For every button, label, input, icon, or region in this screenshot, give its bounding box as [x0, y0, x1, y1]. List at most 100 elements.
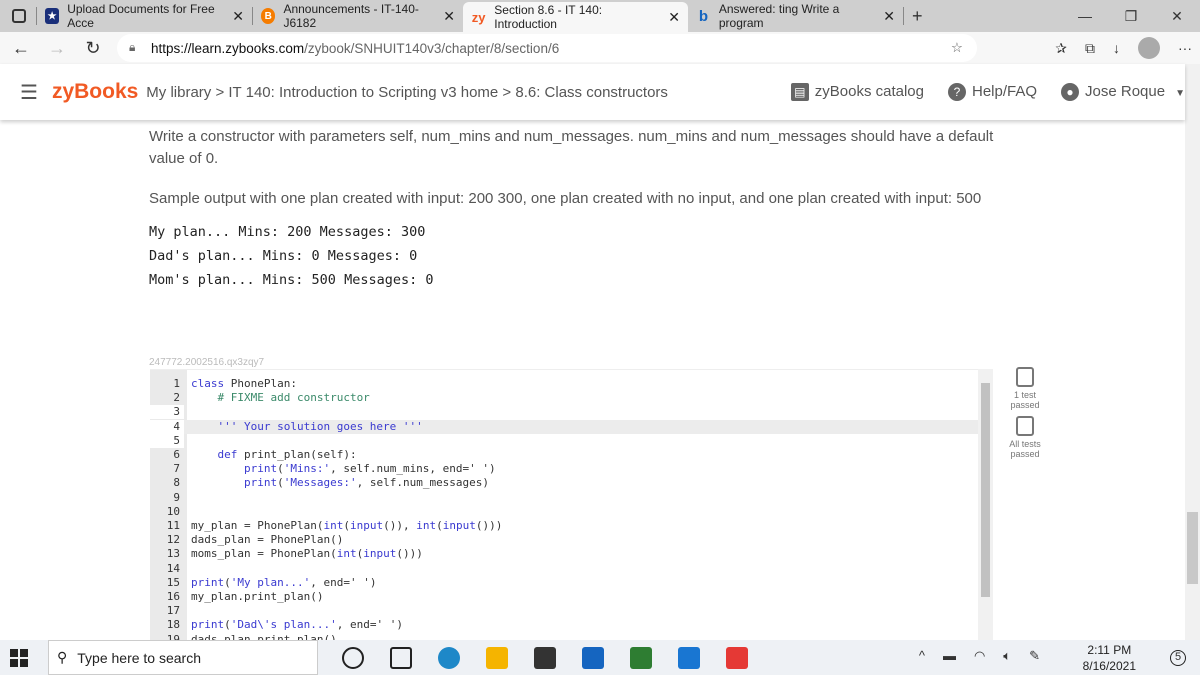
close-tab-icon[interactable]: ✕ — [232, 8, 244, 25]
outlook-icon[interactable] — [678, 646, 700, 669]
sample-intro: Sample output with one plan created with… — [149, 190, 982, 207]
profile-avatar[interactable] — [1138, 37, 1160, 59]
shield-star-icon: ★ — [45, 8, 60, 24]
restore-icon[interactable]: ❐ — [1108, 0, 1154, 32]
mail-icon[interactable] — [582, 646, 604, 669]
task-view-icon[interactable] — [390, 646, 412, 669]
code-line[interactable]: 16 my_plan.print_plan() — [150, 590, 990, 604]
battery-icon[interactable]: ▬ — [943, 648, 956, 664]
close-tab-icon[interactable]: ✕ — [668, 9, 680, 26]
close-tab-icon[interactable]: ✕ — [883, 8, 895, 25]
store-icon[interactable] — [534, 646, 556, 669]
minimize-icon[interactable]: — — [1062, 0, 1108, 32]
windows-start-icon[interactable] — [10, 649, 28, 667]
menu-icon[interactable]: ☰ — [20, 80, 38, 105]
code-text: my_plan = PhonePlan(int(input()), int(in… — [191, 519, 503, 532]
favorites-icon[interactable]: ✰ — [1055, 40, 1067, 57]
tab-section-8-6[interactable]: zy Section 8.6 - IT 140: Introduction ✕ — [463, 2, 688, 32]
line-number: 8 — [150, 476, 184, 491]
brightspace-icon: B — [261, 8, 276, 24]
collections-icon[interactable]: ⧉ — [1085, 40, 1095, 57]
pen-icon[interactable]: ✎ — [1029, 648, 1040, 664]
code-line[interactable]: 1 class PhonePlan: — [150, 377, 990, 391]
line-number: 12 — [150, 533, 184, 548]
cortana-icon[interactable] — [342, 646, 364, 669]
edge-icon[interactable] — [438, 646, 460, 669]
tab-answered[interactable]: b Answered: ting Write a program ✕ — [688, 0, 903, 32]
code-editor[interactable]: 1 class PhonePlan: 2 # FIXME add construct… — [150, 369, 990, 640]
code-line[interactable]: 18 print('Dad\'s plan...', end=' ') — [150, 618, 990, 633]
app-l-icon[interactable] — [630, 646, 652, 669]
notifications-badge[interactable]: 5 — [1170, 650, 1186, 666]
editor-scrollbar[interactable] — [978, 369, 993, 640]
test-checkbox — [1016, 416, 1034, 436]
line-number: 1 — [150, 377, 184, 391]
code-line[interactable]: 7 print('Mins:', self.num_mins, end=' ') — [150, 462, 990, 477]
bartleby-icon: b — [698, 7, 708, 25]
catalog-link[interactable]: ▤ zyBooks catalog — [790, 83, 924, 102]
code-line[interactable]: 3 — [150, 405, 990, 420]
volume-icon[interactable]: 🔈︎ — [1003, 648, 1011, 664]
code-text: ''' Your solution goes here ''' — [191, 419, 423, 433]
forward-icon[interactable]: → — [42, 38, 72, 59]
code-line[interactable]: 4 ''' Your solution goes here ''' — [150, 419, 990, 434]
code-line[interactable]: 13 moms_plan = PhonePlan(int(input())) — [150, 547, 990, 562]
code-line[interactable]: 9 — [150, 490, 990, 505]
code-text: print('Mins:', self.num_mins, end=' ') — [243, 462, 496, 476]
line-number: 2 — [150, 391, 184, 406]
tab-actions-icon[interactable] — [12, 9, 26, 23]
new-tab-button[interactable]: + — [912, 6, 923, 27]
code-line[interactable]: 15 print('My plan...', end=' ') — [150, 575, 990, 590]
code-text: moms_plan = PhonePlan(int(input())) — [191, 547, 423, 561]
taskbar-search[interactable]: ⚲ Type here to search — [48, 640, 318, 675]
line-number: 9 — [150, 490, 184, 505]
line-number: 6 — [150, 448, 184, 462]
code-line[interactable]: 17 — [150, 604, 990, 619]
refresh-icon[interactable]: ↻ — [78, 38, 108, 59]
code-line[interactable]: 5 — [150, 433, 990, 448]
close-window-icon[interactable]: ✕ — [1154, 0, 1200, 32]
instructions: Write a constructor with parameters self… — [149, 128, 994, 167]
user-menu[interactable]: ● Jose Roque ▼ — [1061, 83, 1185, 102]
challenge-id: 247772.2002516.qx3zqy7 — [149, 357, 265, 368]
code-line[interactable]: 11 my_plan = PhonePlan(int(input()), int(… — [150, 519, 990, 533]
close-tab-icon[interactable]: ✕ — [443, 8, 455, 25]
clock[interactable]: 2:11 PM 8/16/2021 — [1083, 642, 1136, 674]
back-icon[interactable]: ← — [6, 38, 36, 59]
zybooks-logo[interactable]: zyBooks — [52, 80, 138, 104]
line-number: 7 — [150, 462, 184, 477]
editor-scroll-thumb[interactable] — [981, 383, 990, 597]
code-line[interactable]: 10 — [150, 504, 990, 519]
breadcrumb[interactable]: My library > IT 140: Introduction to Scr… — [146, 84, 668, 101]
code-line[interactable]: 6 def print_plan(self): — [150, 448, 990, 462]
zybooks-icon: zy — [471, 9, 486, 25]
help-link[interactable]: ? Help/FAQ — [948, 83, 1037, 102]
url-input[interactable]: 🔒︎ https://learn.zybooks.com/zybook/SNHUI… — [117, 34, 977, 62]
line-number: 10 — [150, 504, 184, 519]
test-checkbox — [1016, 367, 1034, 387]
code-text: print('Dad\'s plan...', end=' ') — [191, 618, 403, 632]
line-number: 15 — [150, 575, 184, 590]
code-line[interactable]: 8 print('Messages:', self.num_messages) — [150, 476, 990, 491]
show-hidden-icon[interactable]: ^ — [919, 648, 925, 664]
more-icon[interactable]: ··· — [1178, 40, 1192, 56]
code-line[interactable]: 12 dads_plan = PhonePlan() — [150, 533, 990, 548]
user-icon: ● — [1061, 83, 1080, 102]
tab-announcements[interactable]: B Announcements - IT-140-J6182 ✕ — [253, 0, 463, 32]
code-text: dads_plan = PhonePlan() — [191, 533, 344, 547]
add-favorite-icon[interactable]: ☆ — [951, 40, 963, 56]
tab-upload-documents[interactable]: ★ Upload Documents for Free Acce ✕ — [37, 0, 252, 32]
wifi-icon[interactable]: ◠ — [974, 648, 985, 664]
test-status: 1 test passed All tests passed — [1000, 364, 1050, 459]
downloads-icon[interactable]: ↓ — [1113, 40, 1120, 56]
code-text: print('Messages:', self.num_messages) — [243, 476, 490, 490]
code-line[interactable]: 14 — [150, 561, 990, 576]
lock-icon: 🔒︎ — [129, 40, 136, 54]
line-number: 17 — [150, 604, 184, 619]
page-scroll-thumb[interactable] — [1187, 512, 1198, 584]
mcafee-icon[interactable] — [726, 646, 748, 669]
code-line[interactable]: 2 # FIXME add constructor — [150, 391, 990, 406]
file-explorer-icon[interactable] — [486, 646, 508, 669]
page-scrollbar[interactable] — [1185, 64, 1200, 640]
code-line[interactable]: 19 dads_plan.print_plan() — [150, 632, 990, 640]
